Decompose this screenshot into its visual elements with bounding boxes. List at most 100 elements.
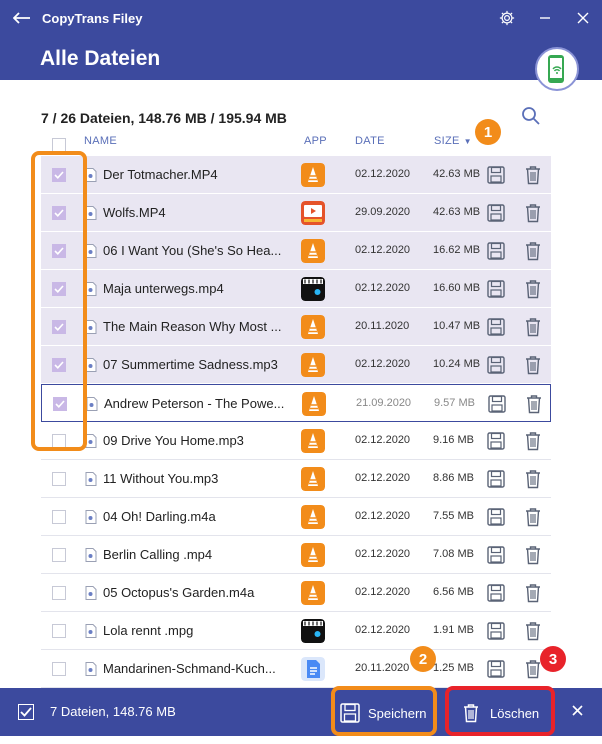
file-date: 02.12.2020 (355, 358, 411, 370)
trash-icon[interactable] (525, 394, 543, 414)
trash-icon[interactable] (524, 621, 542, 641)
save-icon[interactable] (487, 622, 505, 640)
file-row-6[interactable]: 07 Summertime Sadness.mp3 02.12.2020 10.… (41, 346, 551, 384)
file-icon (86, 397, 98, 411)
vlc-app-icon (301, 429, 325, 453)
file-date: 02.12.2020 (355, 472, 411, 484)
delete-highlight (445, 686, 555, 736)
file-icon (85, 624, 97, 638)
save-icon[interactable] (487, 432, 505, 450)
save-icon[interactable] (487, 318, 505, 336)
settings-button[interactable] (488, 0, 526, 36)
save-icon[interactable] (487, 280, 505, 298)
vlc-app-icon (302, 392, 326, 416)
app-name: CopyTrans Filey (42, 10, 143, 26)
selection-checkbox[interactable] (18, 704, 34, 720)
file-name: Berlin Calling .mp4 (103, 547, 213, 562)
file-row-11[interactable]: Berlin Calling .mp4 02.12.2020 7.08 MB (41, 536, 551, 574)
file-size: 16.60 MB (433, 282, 481, 294)
save-icon[interactable] (487, 660, 505, 678)
gear-icon (499, 10, 515, 26)
save-icon[interactable] (487, 546, 505, 564)
save-highlight (331, 686, 437, 736)
file-row-10[interactable]: 04 Oh! Darling.m4a 02.12.2020 7.55 MB (41, 498, 551, 536)
close-button[interactable] (564, 0, 602, 36)
file-row-1[interactable]: Der Totmacher.MP4 02.12.2020 42.63 MB (41, 156, 551, 194)
row-checkbox[interactable] (52, 510, 66, 524)
sort-down-icon: ▼ (463, 137, 472, 146)
save-icon[interactable] (487, 166, 505, 184)
file-row-4[interactable]: Maja unterwegs.mp4 02.12.2020 16.60 MB (41, 270, 551, 308)
search-button[interactable] (521, 106, 543, 128)
file-name: Andrew Peterson - The Powe... (104, 396, 285, 411)
file-size: 42.63 MB (433, 206, 481, 218)
file-row-2[interactable]: Wolfs.MP4 29.09.2020 42.63 MB (41, 194, 551, 232)
title-bar: CopyTrans Filey (0, 0, 602, 36)
save-icon[interactable] (487, 508, 505, 526)
trash-icon[interactable] (524, 203, 542, 223)
trash-icon[interactable] (524, 431, 542, 451)
trash-icon[interactable] (524, 469, 542, 489)
file-size: 10.24 MB (433, 358, 481, 370)
minimize-button[interactable] (526, 0, 564, 36)
file-name: 04 Oh! Darling.m4a (103, 509, 216, 524)
trash-icon[interactable] (524, 355, 542, 375)
trash-icon[interactable] (524, 507, 542, 527)
column-header-date[interactable]: DATE (355, 135, 385, 155)
file-row-9[interactable]: 11 Without You.mp3 02.12.2020 8.86 MB (41, 460, 551, 498)
row-checkbox[interactable] (52, 548, 66, 562)
file-size: 1.25 MB (433, 662, 474, 674)
trash-icon[interactable] (524, 545, 542, 565)
file-icon (85, 472, 97, 486)
file-name: Lola rennt .mpg (103, 623, 194, 638)
save-icon[interactable] (487, 584, 505, 602)
row-checkbox[interactable] (52, 662, 66, 676)
checkmark-icon (20, 707, 32, 717)
file-row-7[interactable]: Andrew Peterson - The Powe... 21.09.2020… (41, 384, 551, 422)
trash-icon[interactable] (524, 279, 542, 299)
file-name: The Main Reason Why Most ... (103, 319, 282, 334)
save-icon[interactable] (487, 470, 505, 488)
trash-icon[interactable] (524, 165, 542, 185)
file-date: 02.12.2020 (355, 548, 411, 560)
file-date: 02.12.2020 (355, 168, 411, 180)
file-size: 7.08 MB (433, 548, 474, 560)
trash-icon[interactable] (524, 583, 542, 603)
device-button[interactable] (535, 47, 579, 91)
save-icon[interactable] (487, 204, 505, 222)
trash-icon[interactable] (524, 241, 542, 261)
file-row-14[interactable]: Mandarinen-Schmand-Kuch... 20.11.2020 1.… (41, 650, 551, 688)
file-date: 20.11.2020 (355, 662, 410, 674)
file-name: 11 Without You.mp3 (103, 471, 219, 486)
column-header-app[interactable]: APP (304, 135, 327, 155)
file-date: 29.09.2020 (355, 206, 411, 218)
file-date: 02.12.2020 (355, 586, 411, 598)
save-icon[interactable] (487, 356, 505, 374)
vlc-app-icon (301, 239, 325, 263)
save-icon[interactable] (488, 395, 506, 413)
back-button[interactable] (4, 0, 40, 36)
vlc-app-icon (301, 505, 325, 529)
phone-wifi-icon (548, 55, 564, 83)
select-all-checkbox[interactable] (52, 138, 66, 152)
step-badge-2: 2 (410, 646, 436, 672)
column-header-size[interactable]: SIZE ▼ (434, 135, 472, 155)
save-icon[interactable] (487, 242, 505, 260)
file-row-13[interactable]: Lola rennt .mpg 02.12.2020 1.91 MB (41, 612, 551, 650)
row-checkbox[interactable] (52, 586, 66, 600)
clear-selection-button[interactable] (572, 703, 583, 719)
file-date: 20.11.2020 (355, 320, 410, 332)
minimize-icon (540, 17, 550, 19)
file-row-3[interactable]: 06 I Want You (She's So Hea... 02.12.202… (41, 232, 551, 270)
file-row-8[interactable]: 09 Drive You Home.mp3 02.12.2020 9.16 MB (41, 422, 551, 460)
row-checkbox[interactable] (52, 472, 66, 486)
file-row-5[interactable]: The Main Reason Why Most ... 20.11.2020 … (41, 308, 551, 346)
trash-icon[interactable] (524, 659, 542, 679)
trash-icon[interactable] (524, 317, 542, 337)
column-header-name[interactable]: NAME (84, 135, 117, 155)
row-checkbox[interactable] (52, 624, 66, 638)
close-icon (572, 705, 583, 716)
file-size: 10.47 MB (433, 320, 481, 332)
file-row-12[interactable]: 05 Octopus's Garden.m4a 02.12.2020 6.56 … (41, 574, 551, 612)
file-name: 09 Drive You Home.mp3 (103, 433, 244, 448)
